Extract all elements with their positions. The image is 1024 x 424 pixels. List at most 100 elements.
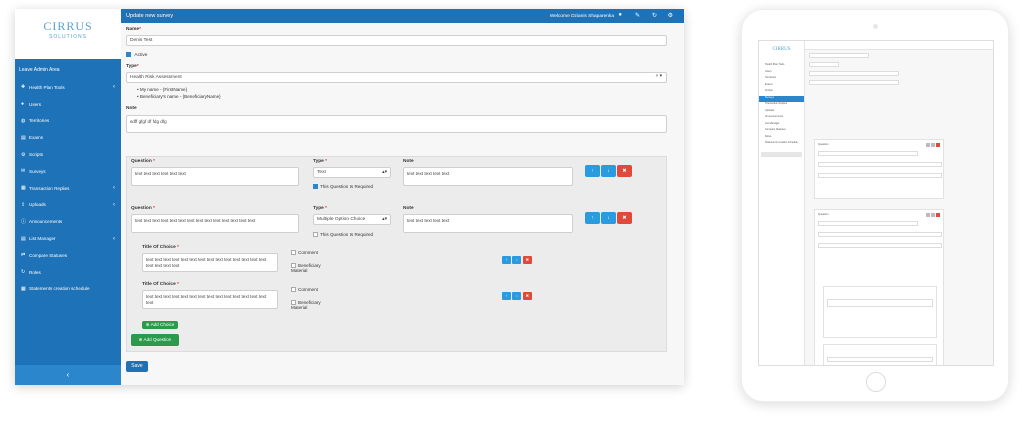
logo-name: CIRRUS	[43, 19, 93, 33]
tablet-field[interactable]	[818, 221, 918, 226]
move-up-button[interactable]: ↑	[585, 165, 600, 177]
tablet-down-button[interactable]	[931, 213, 935, 217]
move-down-button[interactable]: ↓	[512, 256, 522, 264]
tablet-choice-field[interactable]	[827, 357, 933, 362]
gear-icon[interactable]: ⚙	[668, 12, 673, 19]
comment-checkbox[interactable]	[291, 287, 296, 293]
user-icon[interactable]: ●	[618, 12, 622, 18]
tablet-note-field[interactable]	[809, 80, 899, 85]
sidebar-item[interactable]: ▦ Statements creation schedule	[15, 281, 121, 298]
tablet-field[interactable]	[818, 173, 942, 178]
note-textarea[interactable]: sdff gfgf df fdg dfg	[126, 115, 667, 133]
delete-button[interactable]: ✖	[522, 292, 532, 300]
name-input[interactable]: Denis Test	[126, 35, 667, 46]
move-up-button[interactable]: ↑	[502, 292, 511, 300]
move-up-button[interactable]: ↑	[585, 212, 600, 224]
sidebar-item[interactable]: ⇪ Uploads ‹	[15, 197, 121, 214]
leave-admin-link[interactable]: Leave Admin Area	[15, 59, 121, 79]
tablet-home-button[interactable]	[866, 372, 886, 392]
move-up-button[interactable]: ↑	[502, 256, 511, 264]
sidebar-item[interactable]: ✚ Health Plan Tools ‹	[15, 79, 121, 96]
delete-button[interactable]: ✖	[617, 165, 632, 177]
sidebar-item-label: Roles	[29, 269, 41, 275]
question-type-label: Type *	[313, 159, 328, 164]
add-choice-button[interactable]: ⊕ Add Choice	[142, 321, 178, 329]
active-checkbox[interactable]	[126, 52, 131, 58]
type-label: Type	[126, 64, 137, 69]
move-down-button[interactable]: ↓	[601, 165, 616, 177]
sidebar-item[interactable]: ✉ Surveys	[15, 163, 121, 180]
choice-title-label: Title Of Choice *	[142, 245, 179, 250]
sidebar-item[interactable]: ↻ Roles	[15, 264, 121, 281]
save-button[interactable]: Save	[126, 361, 148, 372]
refresh-icon[interactable]: ↻	[652, 12, 657, 19]
tablet-question-label: Question	[818, 143, 829, 146]
tablet-delete-button[interactable]	[936, 143, 940, 147]
tablet-field[interactable]	[818, 243, 942, 248]
delete-button[interactable]: ✖	[617, 212, 632, 224]
move-down-button[interactable]: ↓	[512, 292, 522, 300]
tablet-type-field[interactable]	[809, 62, 839, 67]
add-question-button[interactable]: ⊕ Add Question	[131, 334, 179, 346]
sidebar-item[interactable]: ◍ Territories	[15, 113, 121, 130]
tablet-field[interactable]	[809, 71, 899, 76]
sidebar-item-icon: ✚	[21, 84, 26, 91]
comment-checkbox[interactable]	[291, 250, 296, 256]
tablet-name-field[interactable]	[809, 53, 869, 58]
main-content: Name* Denis Test Active Type* Health Ris…	[121, 23, 684, 385]
tablet-field[interactable]	[818, 151, 918, 156]
question-textarea[interactable]: text text text text text text text text …	[131, 214, 299, 233]
chevron-left-icon: ‹	[113, 84, 115, 91]
type-select[interactable]: Health Risk Assessment × ▾	[126, 72, 667, 83]
tablet-choice-field[interactable]	[827, 299, 933, 307]
move-down-button[interactable]: ↓	[601, 212, 616, 224]
question-type-select[interactable]: Text ▴▾	[313, 167, 391, 178]
sidebar-item-icon: ◍	[21, 117, 26, 124]
active-label: Active	[134, 53, 148, 58]
tablet-camera	[873, 24, 878, 29]
choice-actions: ↑ ↓ ✖	[502, 292, 532, 300]
required-checkbox[interactable]	[313, 184, 318, 190]
chevron-down-icon: × ▾	[655, 74, 662, 79]
question-type-select[interactable]: Multiple Option Choice ▴▾	[313, 214, 391, 225]
sidebar-item[interactable]: ⇄ Compare Statuses	[15, 247, 121, 264]
tablet-question-card: Question	[814, 209, 944, 365]
logo: CIRRUS SOLUTIONS	[15, 9, 121, 59]
required-checkbox[interactable]	[313, 232, 318, 238]
tablet-screen: CIRRUS Health Plan Tools Users Territories…	[758, 40, 994, 366]
question-textarea[interactable]: text text text text text text	[131, 167, 299, 186]
sidebar-collapse-button[interactable]: ‹	[15, 365, 121, 385]
tablet-up-button[interactable]	[926, 143, 930, 147]
wrench-icon[interactable]: ✎	[635, 12, 640, 19]
tablet-up-button[interactable]	[926, 213, 930, 217]
tablet-nav: Health Plan Tools Users Territories Exams Sc…	[759, 63, 804, 148]
question-note-textarea[interactable]: text text text text text	[403, 167, 573, 186]
name-label: Name	[126, 27, 140, 32]
sidebar-item-icon: ▤	[21, 235, 26, 242]
tablet-field[interactable]	[818, 162, 942, 167]
delete-button[interactable]: ✖	[522, 256, 532, 264]
tablet-logo: CIRRUS	[772, 47, 791, 52]
sidebar-item-label: Territories	[29, 118, 50, 124]
sidebar-item[interactable]: ● Users	[15, 96, 121, 113]
beneficiary-row: Beneficiary Material	[291, 263, 321, 274]
sidebar-item[interactable]: ⓘ Announcements	[15, 213, 121, 230]
sidebar-item-label: Health Plan Tools	[29, 84, 65, 90]
sidebar-item-label: Users	[29, 101, 41, 107]
comment-row: Comment	[291, 250, 318, 256]
sidebar-item[interactable]: ⚙ Scripts	[15, 146, 121, 163]
sidebar-item-icon: ▤	[21, 134, 26, 141]
choice-textarea[interactable]: text text text text text text text text …	[142, 290, 278, 309]
tablet-nav-item[interactable]: Statements creation schedule	[759, 141, 804, 148]
sidebar-item[interactable]: ▤ List Manager ‹	[15, 230, 121, 247]
tablet-down-button[interactable]	[931, 143, 935, 147]
tablet-collapse-bar[interactable]	[761, 151, 802, 157]
sidebar-item[interactable]: ▦ Transaction Replies ‹	[15, 180, 121, 197]
sidebar-item[interactable]: ▤ Exams	[15, 129, 121, 146]
tablet-delete-button[interactable]	[936, 213, 940, 217]
sidebar-item-icon: ⓘ	[21, 219, 27, 226]
tablet-field[interactable]	[818, 232, 942, 237]
choice-textarea[interactable]: text text text text text text text text …	[142, 253, 278, 272]
active-row: Active	[126, 52, 147, 58]
question-note-textarea[interactable]: text text text text text	[403, 214, 573, 233]
